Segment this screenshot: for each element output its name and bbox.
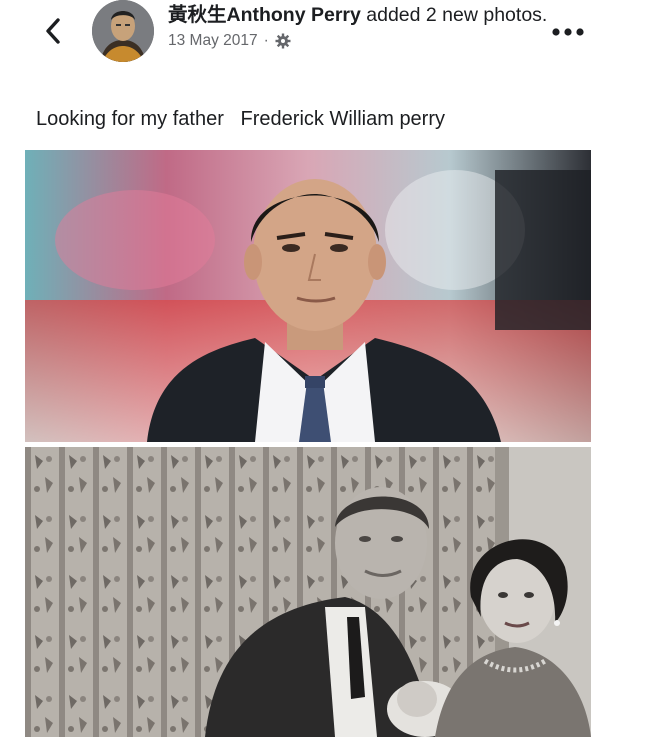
- avatar[interactable]: [92, 0, 154, 62]
- chevron-left-icon: [46, 18, 60, 44]
- meta-separator: ·: [263, 32, 269, 49]
- post-date[interactable]: 13 May 2017: [168, 32, 258, 50]
- photo-color-portrait[interactable]: [25, 150, 591, 442]
- post-header: 黃秋生Anthony Perry added 2 new photos. 13 …: [168, 2, 548, 50]
- action-text: added 2 new photos.: [360, 4, 548, 26]
- avatar-image: [92, 0, 154, 62]
- portrait-image: [25, 150, 591, 442]
- gear-icon[interactable]: [275, 33, 291, 49]
- author-name[interactable]: 黃秋生Anthony Perry: [168, 4, 361, 26]
- post-title: 黃秋生Anthony Perry added 2 new photos.: [168, 2, 548, 28]
- photo-vintage-family[interactable]: [25, 447, 591, 737]
- family-image: [25, 447, 591, 737]
- more-options-button[interactable]: [548, 20, 588, 44]
- post-caption: Looking for my father Frederick William …: [36, 108, 446, 130]
- more-dots-icon: [552, 28, 584, 36]
- post-meta: 13 May 2017 ·: [168, 32, 548, 50]
- back-button[interactable]: [36, 14, 70, 48]
